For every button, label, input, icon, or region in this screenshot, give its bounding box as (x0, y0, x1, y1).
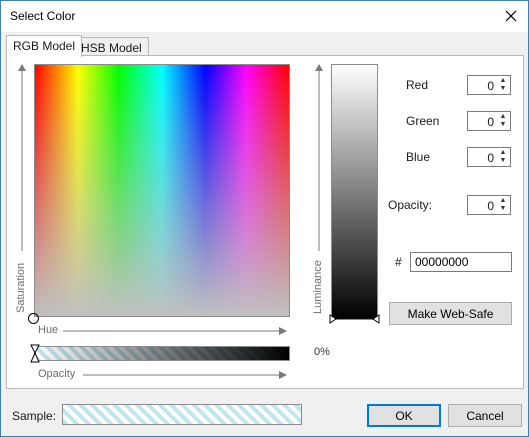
red-spinner[interactable]: 0 ▲ ▼ (467, 75, 511, 95)
spin-down-icon[interactable]: ▼ (500, 85, 507, 93)
spectrum-selector-marker[interactable] (28, 313, 39, 324)
hex-input[interactable] (410, 252, 512, 272)
cancel-button[interactable]: Cancel (448, 404, 522, 427)
luminance-arrow (315, 64, 323, 251)
tab-label: HSB Model (81, 41, 142, 55)
opacity-value: 0 (487, 199, 494, 213)
blue-label: Blue (406, 150, 431, 164)
opacity-axis-label: Opacity (38, 368, 76, 380)
tab-label: RGB Model (13, 39, 76, 53)
make-web-safe-button[interactable]: Make Web-Safe (389, 302, 512, 325)
sample-label: Sample: (12, 409, 57, 423)
tab-hsb-model[interactable]: HSB Model (74, 37, 149, 57)
title-bar: Select Color (1, 1, 528, 32)
opacity-field-label: Opacity: (388, 198, 433, 212)
spin-down-icon[interactable]: ▼ (500, 121, 507, 129)
green-spinner[interactable]: 0 ▲ ▼ (467, 111, 511, 131)
opacity-slider-handle[interactable] (30, 344, 40, 363)
hex-label: # (395, 255, 402, 269)
spin-down-icon[interactable]: ▼ (500, 157, 507, 165)
hue-arrow (63, 327, 287, 335)
hue-label: Hue (38, 324, 59, 336)
close-button[interactable] (500, 5, 522, 27)
blue-value: 0 (487, 151, 494, 165)
luminance-slider-handle[interactable] (329, 314, 380, 324)
tab-rgb-model[interactable]: RGB Model (6, 35, 83, 57)
saturation-label: Saturation (15, 262, 27, 313)
close-icon (505, 10, 517, 22)
luminance-label: Luminance (312, 260, 324, 314)
opacity-arrow (83, 371, 287, 379)
spin-up-icon[interactable]: ▲ (500, 113, 507, 121)
luminance-slider[interactable] (331, 64, 378, 320)
window-title: Select Color (10, 9, 76, 23)
red-label: Red (406, 78, 429, 92)
spin-up-icon[interactable]: ▲ (500, 197, 507, 205)
opacity-slider[interactable] (34, 346, 290, 361)
color-spectrum[interactable] (34, 64, 290, 317)
blue-spinner[interactable]: 0 ▲ ▼ (467, 147, 511, 167)
select-color-dialog: Select Color RGB Model HSB Model Saturat… (0, 0, 529, 437)
spin-up-icon[interactable]: ▲ (500, 149, 507, 157)
red-value: 0 (487, 79, 494, 93)
opacity-percent: 0% (314, 346, 330, 358)
opacity-spinner[interactable]: 0 ▲ ▼ (467, 195, 511, 215)
green-value: 0 (487, 115, 494, 129)
spin-down-icon[interactable]: ▼ (500, 205, 507, 213)
sample-swatch (62, 404, 302, 425)
ok-button[interactable]: OK (367, 404, 441, 427)
green-label: Green (406, 114, 440, 128)
spin-up-icon[interactable]: ▲ (500, 77, 507, 85)
